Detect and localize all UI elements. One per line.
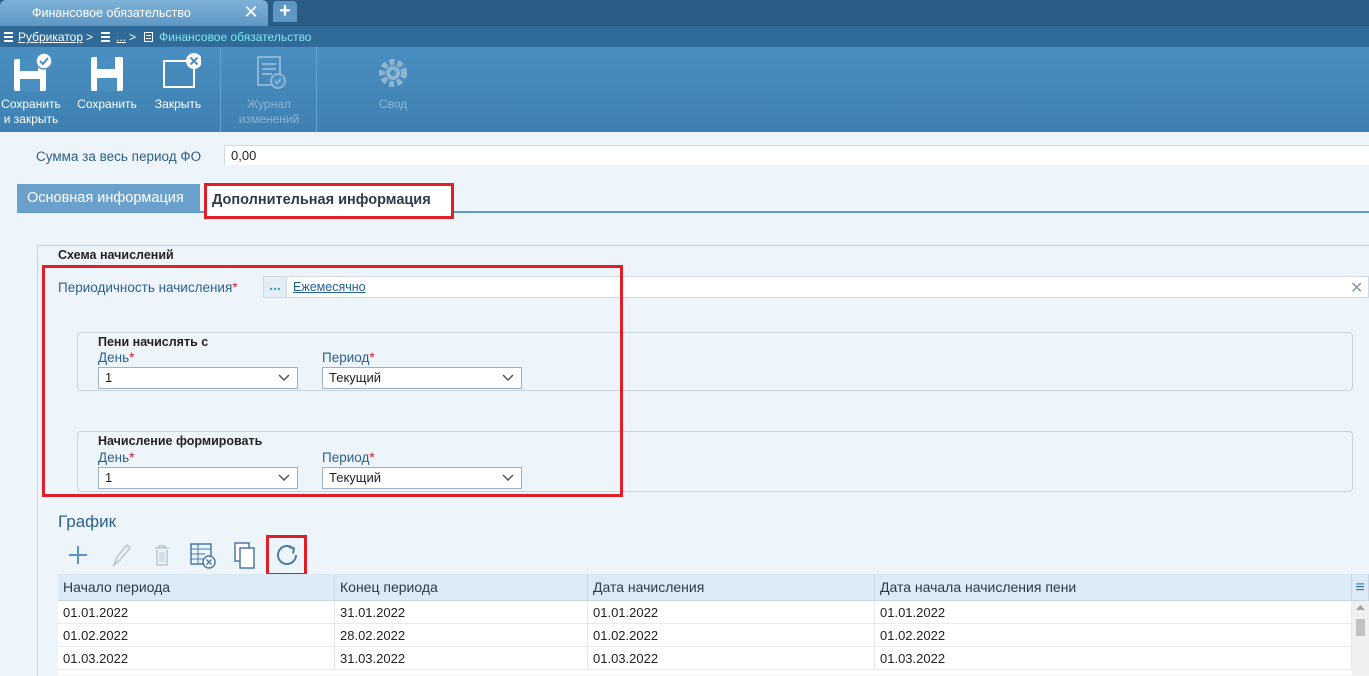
svod-label: Свод xyxy=(378,97,408,111)
highlight-frame xyxy=(266,535,307,576)
sum-label: Сумма за весь период ФО xyxy=(36,149,202,164)
save-check-icon xyxy=(14,52,53,91)
document-tab-title: Финансовое обязательство xyxy=(32,6,191,20)
table-cell[interactable]: 01.02.2022 xyxy=(875,624,1352,647)
save-and-close-button[interactable]: Сохранить и закрыть xyxy=(0,47,62,132)
breadcrumb-current: Финансовое обязательство xyxy=(159,30,312,44)
table-cell[interactable]: 01.02.2022 xyxy=(588,624,875,647)
table-cell[interactable]: 31.01.2022 xyxy=(335,601,588,624)
vertical-scrollbar[interactable] xyxy=(1352,601,1369,675)
close-label: Закрыть xyxy=(154,97,202,111)
close-window-icon xyxy=(163,53,201,88)
table-cell[interactable]: 01.03.2022 xyxy=(588,647,875,670)
toolbar-separator xyxy=(220,47,221,132)
column-header[interactable]: Дата начала начисления пени xyxy=(875,574,1352,601)
document-icon xyxy=(144,32,153,42)
copy-icon[interactable] xyxy=(230,540,260,570)
schedule-table: Начало периода Конец периода Дата начисл… xyxy=(58,574,1369,675)
save-and-close-label-2: и закрыть xyxy=(3,112,59,126)
breadcrumb-ellipsis-link[interactable]: ... xyxy=(116,30,126,44)
table-cell[interactable]: 01.02.2022 xyxy=(58,624,335,647)
table-cell[interactable]: 01.03.2022 xyxy=(875,647,1352,670)
scheme-title: Схема начислений xyxy=(58,248,174,262)
table-cell[interactable]: 01.03.2022 xyxy=(58,647,335,670)
change-log-button[interactable]: Журнал изменений xyxy=(228,47,310,132)
toolbar: Сохранить и закрыть Сохранить Закрыть Жу… xyxy=(0,47,1369,132)
delete-icon[interactable] xyxy=(147,540,177,570)
table-cell[interactable]: 31.03.2022 xyxy=(335,647,588,670)
breadcrumb-separator: > xyxy=(129,30,137,44)
save-icon xyxy=(91,57,123,91)
gear-icon xyxy=(379,59,407,87)
breadcrumb: Рубрикатор > ... > Финансовое обязательс… xyxy=(0,26,1369,47)
clear-icon[interactable]: ✕ xyxy=(1350,278,1363,298)
list-icon xyxy=(4,32,13,42)
save-button[interactable]: Сохранить xyxy=(72,47,142,132)
tab-close-icon[interactable]: ✕ xyxy=(241,2,261,22)
add-icon[interactable] xyxy=(63,540,93,570)
highlight-frame xyxy=(42,265,623,497)
column-menu-icon[interactable]: ≡ xyxy=(1352,574,1369,601)
column-header[interactable]: Начало периода xyxy=(58,574,335,601)
column-header[interactable]: Дата начисления xyxy=(588,574,875,601)
tab-additional-info[interactable]: Дополнительная информация xyxy=(204,183,454,219)
close-button[interactable]: Закрыть xyxy=(150,47,206,132)
new-tab-button[interactable]: + xyxy=(273,1,297,22)
breadcrumb-root-link[interactable]: Рубрикатор xyxy=(18,30,83,44)
change-log-label-1: Журнал xyxy=(247,97,291,111)
scroll-up-icon[interactable] xyxy=(1356,604,1365,610)
sum-field[interactable]: 0,00 xyxy=(224,145,1369,165)
table-cell[interactable]: 01.01.2022 xyxy=(588,601,875,624)
tab-main-info[interactable]: Основная информация xyxy=(17,184,200,212)
table-cell[interactable]: 01.01.2022 xyxy=(875,601,1352,624)
table-cell[interactable]: 01.01.2022 xyxy=(58,601,335,624)
svod-button[interactable]: Свод xyxy=(360,47,426,132)
journal-icon xyxy=(257,56,286,89)
column-header[interactable]: Конец периода xyxy=(335,574,588,601)
schedule-title: График xyxy=(58,512,117,531)
breadcrumb-separator: > xyxy=(86,30,94,44)
table-cell[interactable]: 28.02.2022 xyxy=(335,624,588,647)
list-icon xyxy=(101,32,110,42)
table-clear-icon[interactable] xyxy=(188,540,218,570)
edit-icon[interactable] xyxy=(105,540,135,570)
change-log-label-2: изменений xyxy=(238,112,300,126)
scrollbar-thumb[interactable] xyxy=(1356,619,1365,636)
save-label: Сохранить xyxy=(77,97,137,111)
toolbar-separator xyxy=(316,47,317,132)
save-and-close-label-1: Сохранить xyxy=(1,97,61,111)
